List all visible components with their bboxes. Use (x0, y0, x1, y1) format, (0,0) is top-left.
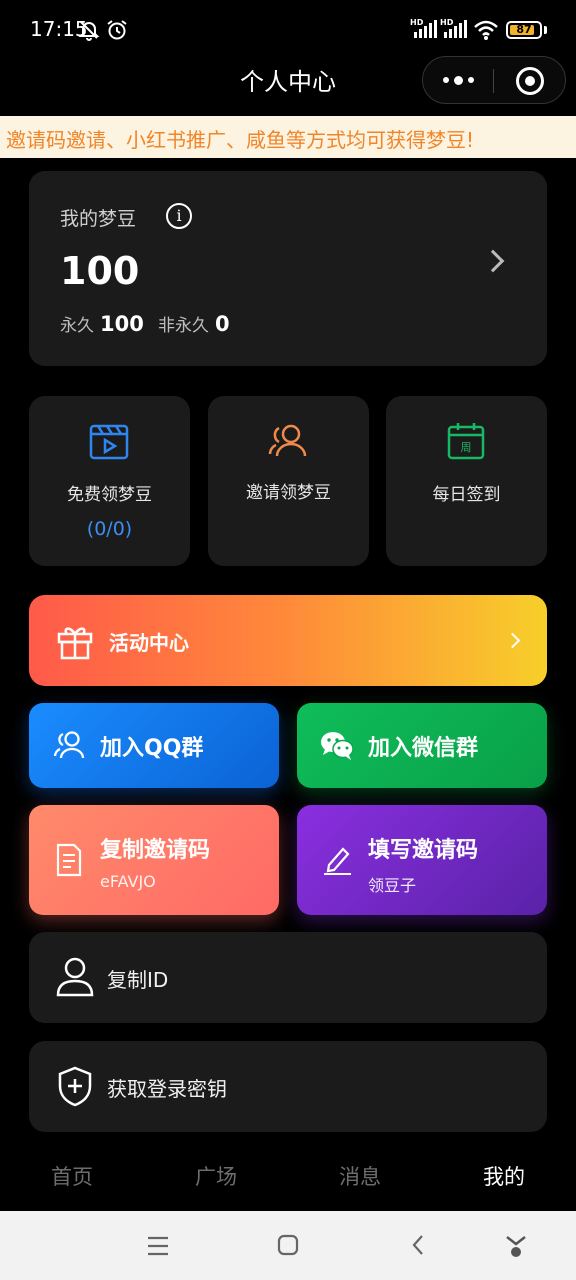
permanent-value: 100 (100, 312, 144, 336)
tab-mine[interactable]: 我的 (454, 1161, 554, 1191)
battery-text: 87 (516, 23, 532, 36)
battery-icon: 87 (506, 21, 542, 39)
tab-messages[interactable]: 消息 (310, 1161, 410, 1191)
temporary-value: 0 (215, 312, 230, 336)
battery-tip (544, 26, 547, 34)
capsule-divider (493, 69, 494, 93)
pencil-icon (324, 847, 351, 875)
join-qq-group-button[interactable]: 加入QQ群 (29, 703, 279, 788)
back-icon[interactable] (410, 1233, 426, 1257)
button-label: 加入QQ群 (100, 736, 204, 761)
temporary-beans: 非永久 0 (158, 311, 230, 336)
button-label: 加入微信群 (368, 736, 479, 761)
calendar-icon: 周 (447, 423, 485, 460)
close-target-icon[interactable] (516, 67, 544, 95)
tile-label: 邀请领梦豆 (246, 483, 331, 503)
wifi-icon (474, 20, 498, 40)
users-icon (53, 731, 85, 759)
menu-icon[interactable] (146, 1235, 170, 1257)
tile-daily-checkin[interactable]: 周 每日签到 (386, 396, 547, 566)
activity-label: 活动中心 (109, 631, 189, 655)
row-label: 获取登录密钥 (107, 1077, 227, 1101)
wechat-icon (321, 732, 354, 760)
tile-invite-beans[interactable]: 邀请领梦豆 (208, 396, 369, 566)
tile-label: 每日签到 (432, 485, 501, 505)
temporary-label: 非永久 (158, 316, 209, 336)
home-square-icon[interactable] (277, 1234, 299, 1256)
document-icon (56, 843, 82, 877)
activity-center-button[interactable]: 活动中心 (29, 595, 547, 686)
chevron-right-icon (504, 632, 521, 649)
tab-square[interactable]: 广场 (166, 1161, 266, 1191)
beans-total: 100 (60, 249, 140, 293)
tab-bar: 首页 广场 消息 我的 (0, 1150, 576, 1210)
permanent-beans: 永久 100 (60, 311, 144, 336)
button-label: 复制邀请码 (100, 838, 211, 863)
button-label: 填写邀请码 (368, 838, 479, 863)
notice-text: 邀请码邀请、小红书推广、咸鱼等方式均可获得梦豆! (6, 128, 475, 152)
signal-icon (414, 20, 437, 38)
mute-bell-icon (78, 21, 100, 41)
assistant-icon[interactable] (504, 1233, 528, 1259)
join-wechat-group-button[interactable]: 加入微信群 (297, 703, 547, 788)
users-icon (268, 424, 307, 457)
info-icon[interactable]: i (166, 203, 192, 229)
beans-card[interactable]: 我的梦豆 i 100 永久 100 非永久 0 (29, 171, 547, 366)
shield-plus-icon (58, 1066, 92, 1107)
permanent-label: 永久 (60, 316, 94, 336)
system-navigation-bar (0, 1211, 576, 1280)
fill-invite-code-button[interactable]: 填写邀请码 领豆子 (297, 805, 547, 915)
video-icon (89, 424, 129, 460)
tile-label: 免费领梦豆 (67, 485, 152, 505)
alarm-icon (107, 20, 127, 40)
status-bar: 17:15 HD HD 87 (0, 0, 576, 60)
copy-invite-code-button[interactable]: 复制邀请码 eFAVJO (29, 805, 279, 915)
user-icon (56, 957, 94, 997)
notice-banner: 邀请码邀请、小红书推广、咸鱼等方式均可获得梦豆! (0, 116, 576, 158)
copy-id-row[interactable]: 复制ID (29, 932, 547, 1023)
tab-home[interactable]: 首页 (22, 1161, 122, 1191)
more-icon[interactable] (423, 57, 493, 103)
mini-program-capsule (422, 56, 566, 104)
beans-label: 我的梦豆 (60, 208, 137, 230)
tile-free-beans[interactable]: 免费领梦豆 (0/0) (29, 396, 190, 566)
tile-count: (0/0) (86, 518, 133, 540)
gift-icon (57, 627, 93, 660)
invite-code: eFAVJO (100, 872, 156, 891)
get-login-key-row[interactable]: 获取登录密钥 (29, 1041, 547, 1132)
signal-icon (444, 20, 467, 38)
svg-text:周: 周 (461, 441, 472, 454)
chevron-right-icon (481, 249, 505, 273)
button-sub: 领豆子 (368, 876, 417, 895)
row-label: 复制ID (107, 968, 169, 992)
